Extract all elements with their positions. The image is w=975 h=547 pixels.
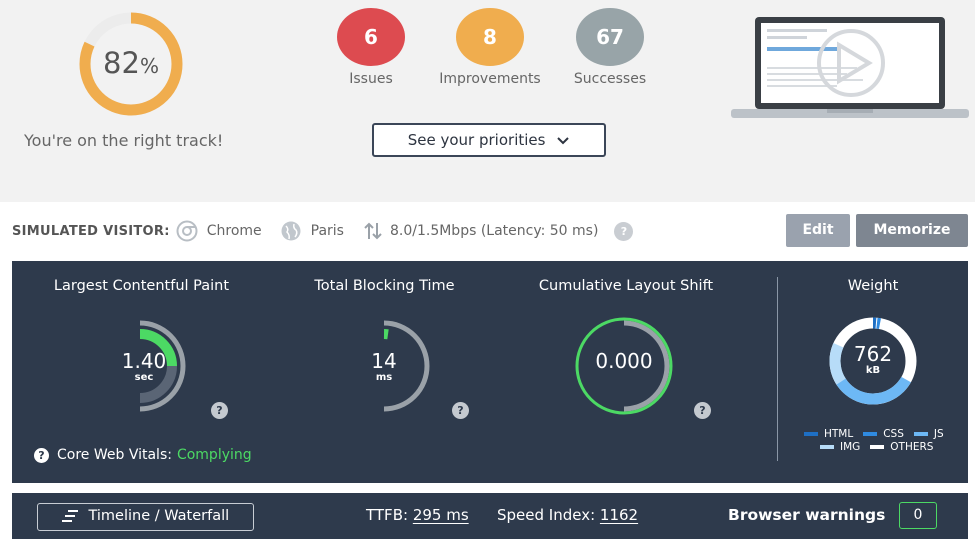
weight-title: Weight	[847, 278, 899, 294]
visitor-caption: SIMULATED VISITOR:	[12, 223, 170, 239]
browser-warnings-label: Browser warnings	[728, 506, 886, 524]
panel-divider	[777, 277, 778, 461]
legend-js: JS	[933, 428, 944, 440]
score-message: You're on the right track!	[24, 131, 224, 150]
metrics-panel: Largest Contentful Paint 1.40 sec ? Tota…	[12, 261, 968, 483]
cwv-label: Core Web Vitals:	[57, 447, 172, 463]
chevron-down-icon	[557, 136, 569, 144]
ttfb-value[interactable]: 295 ms	[413, 506, 469, 524]
visitor-connection: 8.0/1.5Mbps (Latency: 50 ms)	[389, 223, 599, 239]
edit-button[interactable]: Edit	[786, 214, 850, 247]
chrome-icon	[176, 220, 198, 242]
globe-icon	[281, 221, 301, 241]
timeline-label: Timeline / Waterfall	[88, 508, 230, 524]
legend-html: HTML	[824, 428, 854, 440]
successes-label: Successes	[573, 71, 647, 87]
legend-css: CSS	[883, 428, 904, 440]
bottom-bar: Timeline / Waterfall TTFB: 295 ms Speed …	[12, 493, 968, 539]
issues-count: 6	[337, 8, 405, 66]
speed-index-stat: Speed Index: 1162	[497, 506, 639, 524]
visitor-location: Paris	[310, 223, 344, 239]
timeline-waterfall-button[interactable]: Timeline / Waterfall	[37, 503, 254, 531]
ttfb-stat: TTFB: 295 ms	[366, 506, 469, 524]
legend-others: OTHERS	[890, 441, 934, 453]
legend-img: IMG	[840, 441, 861, 453]
tbt-value: 14 ms	[371, 349, 397, 383]
tbt-help-icon[interactable]: ?	[452, 402, 469, 419]
lcp-value: 1.40 sec	[121, 349, 167, 383]
summary-section: 82% You're on the right track! 6 Issues …	[0, 0, 975, 202]
cwv-status: Complying	[176, 447, 252, 463]
cls-help-icon[interactable]: ?	[694, 402, 711, 419]
speed-index-value[interactable]: 1162	[600, 506, 638, 524]
lcp-title: Largest Contentful Paint	[53, 278, 230, 294]
weight-legend-row-1: HTML CSS JS	[804, 428, 944, 440]
see-priorities-button[interactable]: See your priorities	[372, 123, 606, 157]
improvements-label: Improvements	[439, 71, 541, 87]
successes-stat[interactable]: 67 Successes	[540, 8, 680, 87]
simulated-visitor: SIMULATED VISITOR: Chrome Paris 8.0/1.5M…	[12, 220, 634, 242]
weight-value: 762 kB	[853, 342, 893, 376]
core-web-vitals: ? Core Web Vitals: Complying	[34, 447, 252, 463]
improvements-count: 8	[456, 8, 524, 66]
visitor-browser: Chrome	[206, 223, 262, 239]
cwv-help-icon[interactable]: ?	[34, 447, 49, 463]
successes-count: 67	[576, 8, 644, 66]
weight-legend-row-2: IMG OTHERS	[820, 441, 933, 453]
tbt-title: Total Blocking Time	[314, 278, 455, 294]
video-thumbnail[interactable]	[731, 17, 969, 121]
browser-warnings-count[interactable]: 0	[899, 502, 937, 529]
improvements-stat[interactable]: 8 Improvements	[420, 8, 560, 87]
see-priorities-label: See your priorities	[407, 131, 546, 149]
cls-title: Cumulative Layout Shift	[538, 278, 714, 294]
timeline-icon	[61, 510, 78, 522]
memorize-button[interactable]: Memorize	[856, 214, 968, 247]
lcp-help-icon[interactable]: ?	[211, 402, 228, 419]
bandwidth-icon	[364, 222, 382, 240]
help-icon[interactable]: ?	[614, 221, 634, 241]
score-value: 82%	[103, 46, 159, 80]
cls-value: 0.000	[595, 349, 653, 373]
score-gauge: 82%	[64, 10, 198, 118]
